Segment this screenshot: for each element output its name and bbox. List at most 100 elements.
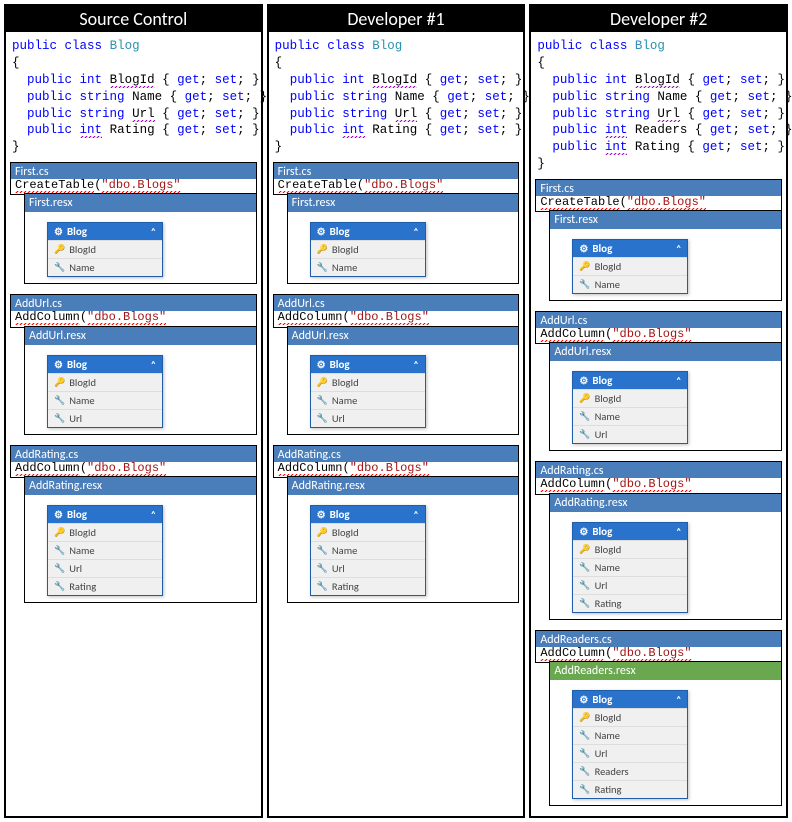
code-token: ; } — [762, 140, 785, 154]
code-line: public string Name { get; set; } — [275, 89, 518, 106]
code-token: set — [215, 73, 238, 87]
entity-field: 🔑BlogId — [573, 389, 687, 407]
wrench-icon: 🔧 — [317, 545, 328, 556]
resx-filename: First.resx — [25, 194, 256, 212]
entity-icon: ⚙ — [54, 508, 63, 521]
code-token: ; } — [237, 73, 260, 87]
code-token — [275, 73, 290, 87]
migration-cs: AddUrl.csAddColumn("dbo.Blogs" — [10, 294, 257, 327]
entity-header: ⚙Blog˄ — [311, 506, 425, 523]
code-token: set — [477, 123, 500, 137]
code-token: ; — [207, 90, 222, 104]
code-token: set — [747, 90, 770, 104]
entity-field: 🔑BlogId — [573, 708, 687, 726]
entity-header: ⚙Blog˄ — [573, 372, 687, 389]
code-token: get — [185, 90, 208, 104]
entity-field: 🔧Name — [48, 541, 162, 559]
code-token: int — [605, 73, 628, 87]
entity-box: ⚙Blog˄🔑BlogId🔧Name — [310, 222, 426, 277]
field-name: Name — [332, 394, 357, 407]
code-token: ; — [200, 107, 215, 121]
resx-body: ⚙Blog˄🔑BlogId🔧Name🔧Url🔧Rating — [550, 512, 781, 619]
code-token: BlogId — [110, 73, 155, 88]
wrench-icon: 🔧 — [317, 395, 328, 406]
code-token: int — [605, 123, 628, 138]
code-token: ; — [725, 140, 740, 154]
code-token: Rating { — [102, 123, 177, 137]
code-token: get — [447, 90, 470, 104]
wrench-icon: 🔧 — [579, 784, 590, 795]
code-token — [597, 107, 605, 121]
code-token — [275, 90, 290, 104]
entity-box: ⚙Blog˄🔑BlogId🔧Name — [47, 222, 163, 277]
code-token — [102, 73, 110, 87]
wrench-icon: 🔧 — [317, 563, 328, 574]
code-token: get — [440, 107, 463, 121]
code-token — [12, 90, 27, 104]
code-token: public — [27, 107, 72, 121]
code-token: Name { — [125, 90, 185, 104]
migration-snippet: CreateTable("dbo.Blogs" — [274, 179, 519, 194]
column: Developer #1public class Blog{ public in… — [267, 4, 526, 818]
code-line: public string Url { get; set; } — [537, 106, 780, 123]
call-arg: "dbo.Blogs" — [612, 327, 691, 342]
entity-name: Blog — [592, 374, 612, 387]
code-token: BlogId — [372, 73, 417, 88]
code-token: get — [440, 123, 463, 137]
migration-snippet: AddColumn("dbo.Blogs" — [536, 328, 781, 343]
entity-field: 🔧Url — [48, 559, 162, 577]
entity-field: 🔑BlogId — [311, 373, 425, 391]
wrench-icon: 🔧 — [317, 581, 328, 592]
code-token: set — [747, 123, 770, 137]
code-token: class — [65, 39, 103, 53]
resx-body: ⚙Blog˄🔑BlogId🔧Name🔧Url🔧Rating — [288, 495, 519, 602]
code-token: set — [740, 107, 763, 121]
call-name: AddColumn — [540, 477, 605, 492]
code-token: public — [12, 39, 57, 53]
field-name: Url — [595, 747, 608, 760]
wrench-icon: 🔧 — [317, 413, 328, 424]
field-name: Url — [69, 412, 82, 425]
code-token: ; — [725, 73, 740, 87]
entity-box: ⚙Blog˄🔑BlogId🔧Name🔧Url🔧Rating — [572, 522, 688, 613]
field-name: Name — [595, 278, 620, 291]
code-token — [72, 123, 80, 137]
code-token: get — [702, 140, 725, 154]
migration-cs: First.csCreateTable("dbo.Blogs" — [535, 179, 782, 212]
field-name: Name — [595, 410, 620, 423]
code-token: public — [290, 107, 335, 121]
resx-body: ⚙Blog˄🔑BlogId🔧Name — [288, 212, 519, 283]
code-token: { — [417, 73, 440, 87]
column-body: public class Blog{ public int BlogId { g… — [269, 32, 524, 613]
entity-rows: 🔑BlogId🔧Name🔧Url🔧Rating — [573, 540, 687, 612]
entity-icon: ⚙ — [54, 358, 63, 371]
code-token: { — [537, 56, 545, 70]
code-token: Blog — [635, 39, 665, 53]
entity-field: 🔧Readers — [573, 762, 687, 780]
wrench-icon: 🔧 — [54, 563, 65, 574]
call-name: CreateTable — [540, 195, 619, 210]
entity-header: ⚙Blog˄ — [48, 506, 162, 523]
code-token: ; — [470, 90, 485, 104]
resx-filename: AddRating.resx — [550, 494, 781, 512]
chevron-up-icon: ˄ — [676, 693, 681, 706]
column-body: public class Blog{ public int BlogId { g… — [6, 32, 261, 613]
migration-cs-filename: First.cs — [11, 163, 256, 179]
call-name: CreateTable — [278, 178, 357, 193]
entity-box: ⚙Blog˄🔑BlogId🔧Name🔧Url🔧Rating — [47, 505, 163, 596]
code-token: ; } — [237, 107, 260, 121]
code-token: BlogId — [635, 73, 680, 88]
code-token — [125, 107, 133, 121]
resx-filename: AddRating.resx — [25, 477, 256, 495]
code-token: ; } — [237, 123, 260, 137]
resx-filename: First.resx — [550, 211, 781, 229]
code-token — [12, 107, 27, 121]
migration-cs-filename: AddRating.cs — [11, 446, 256, 462]
column-header: Developer #2 — [531, 6, 786, 32]
field-name: Url — [595, 579, 608, 592]
code-token: ; } — [500, 73, 523, 87]
code-token: set — [215, 123, 238, 137]
call-name: AddColumn — [278, 461, 343, 476]
code-token: string — [605, 90, 650, 104]
code-token — [627, 73, 635, 87]
